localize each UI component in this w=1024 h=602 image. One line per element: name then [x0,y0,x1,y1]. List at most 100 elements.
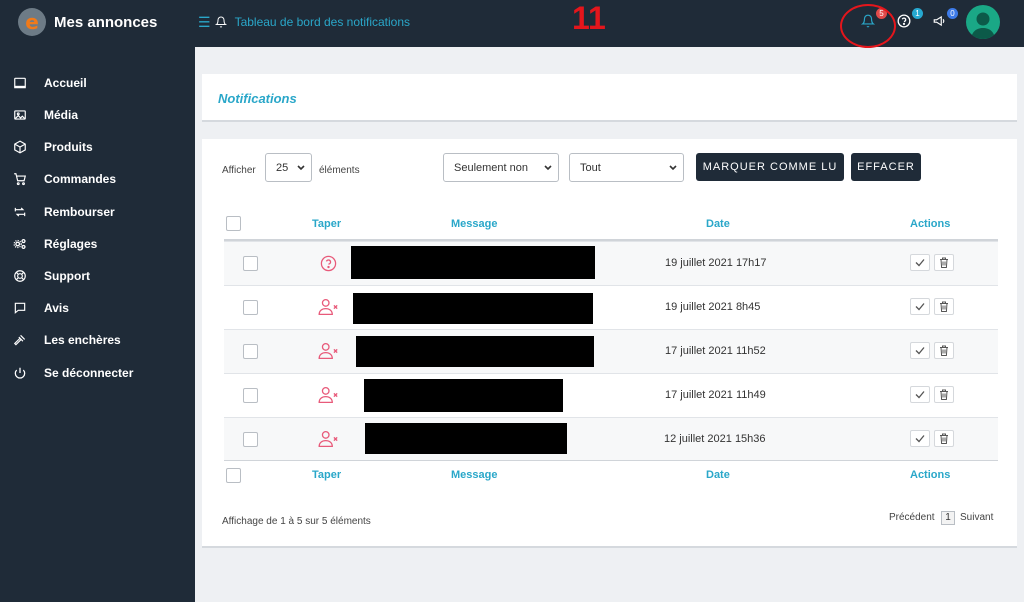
redacted-message [364,379,563,412]
mark-read-action-button[interactable] [910,254,930,271]
sidebar-item-commandes[interactable]: Commandes [12,169,116,189]
cart-icon [12,171,28,187]
trash-icon [940,389,948,400]
page-number-button[interactable]: 1 [941,511,955,525]
mark-as-read-button[interactable]: MARQUER COMME LU [696,153,844,181]
breadcrumb-text[interactable]: Tableau de bord des notifications [235,15,410,29]
top-bar: e Mes annonces ☰ Tableau de bord des not… [0,0,1024,48]
row-checkbox[interactable] [243,256,258,271]
redacted-message [351,246,595,279]
table-row: 17 juillet 2021 11h52 [224,329,998,373]
row-checkbox[interactable] [243,388,258,403]
announcements-badge: 0 [947,8,958,19]
announcements-button[interactable]: 0 [932,8,958,32]
read-filter-select[interactable]: Seulement non [443,153,559,182]
row-date: 17 juillet 2021 11h52 [665,345,766,357]
read-filter-value: Seulement non [454,161,528,174]
column-footer-type[interactable]: Taper [312,469,341,481]
next-page-link[interactable]: Suivant [960,512,993,523]
redacted-message [356,336,594,367]
app-title: Mes annonces [54,13,158,31]
table-row: 19 juillet 2021 8h45 [224,285,998,329]
redacted-message [365,423,567,454]
megaphone-icon [933,15,945,27]
hamburger-menu-icon[interactable]: ☰ [198,15,211,29]
delete-action-button[interactable] [934,430,954,447]
user-remove-icon [318,386,338,404]
help-button[interactable]: 1 [897,8,923,32]
sidebar-item-label: Réglages [44,237,98,251]
help-icon [897,14,911,28]
type-filter-select[interactable]: Tout [569,153,684,182]
user-avatar-icon [971,12,995,39]
elements-label: éléments [319,165,360,176]
settings-icon [12,236,28,252]
mark-read-action-button[interactable] [910,342,930,359]
type-filter-value: Tout [580,161,601,174]
table-info: Affichage de 1 à 5 sur 5 éléments [222,516,371,527]
sidebar-item-label: Commandes [44,172,117,186]
refund-icon [12,204,28,220]
check-icon [915,391,925,399]
delete-action-button[interactable] [934,386,954,403]
table-row: 17 juillet 2021 11h49 [224,373,998,417]
chevron-down-icon [669,164,677,170]
sidebar-item-reglages[interactable]: Réglages [12,234,97,254]
sidebar-item-media[interactable]: Média [12,105,78,125]
clear-button[interactable]: EFFACER [851,153,921,181]
sidebar-item-label: Média [44,108,79,122]
mark-read-action-button[interactable] [910,430,930,447]
gavel-icon [12,332,28,348]
annotation-number: 11 [572,0,606,36]
row-checkbox[interactable] [243,344,258,359]
avatar[interactable] [966,5,1000,39]
trash-icon [940,301,948,312]
select-all-checkbox-footer[interactable] [226,468,241,483]
delete-action-button[interactable] [934,298,954,315]
cube-icon [12,139,28,155]
user-remove-icon [318,342,338,360]
sidebar-item-deconnecter[interactable]: Se déconnecter [12,363,133,383]
mark-read-action-button[interactable] [910,386,930,403]
delete-action-button[interactable] [934,254,954,271]
page-size-value: 25 [276,161,289,174]
sidebar-item-label: Support [44,269,90,283]
show-label: Afficher [222,165,256,176]
chevron-down-icon [297,164,305,170]
sidebar-item-encheres[interactable]: Les enchères [12,330,121,350]
sidebar-item-label: Avis [44,301,69,315]
check-icon [915,347,925,355]
column-header-date[interactable]: Date [706,218,730,230]
bell-icon [214,16,227,28]
sidebar-item-label: Accueil [44,76,87,90]
brand-logo-letter: e [25,10,39,34]
page-size-select[interactable]: 25 [265,153,312,182]
delete-action-button[interactable] [934,342,954,359]
row-date: 19 juillet 2021 8h45 [665,301,761,313]
table-row: 12 juillet 2021 15h36 [224,417,998,461]
sidebar-item-avis[interactable]: Avis [12,298,69,318]
column-footer-date[interactable]: Date [706,469,730,481]
sidebar-item-accueil[interactable]: Accueil [12,73,87,93]
sidebar-item-rembourser[interactable]: Rembourser [12,202,115,222]
row-checkbox[interactable] [243,300,258,315]
mark-read-action-button[interactable] [910,298,930,315]
column-footer-message[interactable]: Message [451,469,497,481]
comment-icon [12,300,28,316]
select-all-checkbox[interactable] [226,216,241,231]
column-footer-actions: Actions [910,469,951,481]
chevron-down-icon [544,164,552,170]
brand-logo: e [18,8,46,36]
sidebar-item-support[interactable]: Support [12,266,90,286]
previous-page-link[interactable]: Précédent [889,512,935,523]
brand[interactable]: e Mes annonces [18,8,157,36]
trash-icon [940,257,948,268]
help-badge: 1 [912,8,923,19]
row-checkbox[interactable] [243,432,258,447]
check-icon [915,303,925,311]
image-icon [12,107,28,123]
column-header-message[interactable]: Message [451,218,497,230]
column-header-type[interactable]: Taper [312,218,341,230]
sidebar-item-produits[interactable]: Produits [12,137,93,157]
question-icon [320,255,337,272]
